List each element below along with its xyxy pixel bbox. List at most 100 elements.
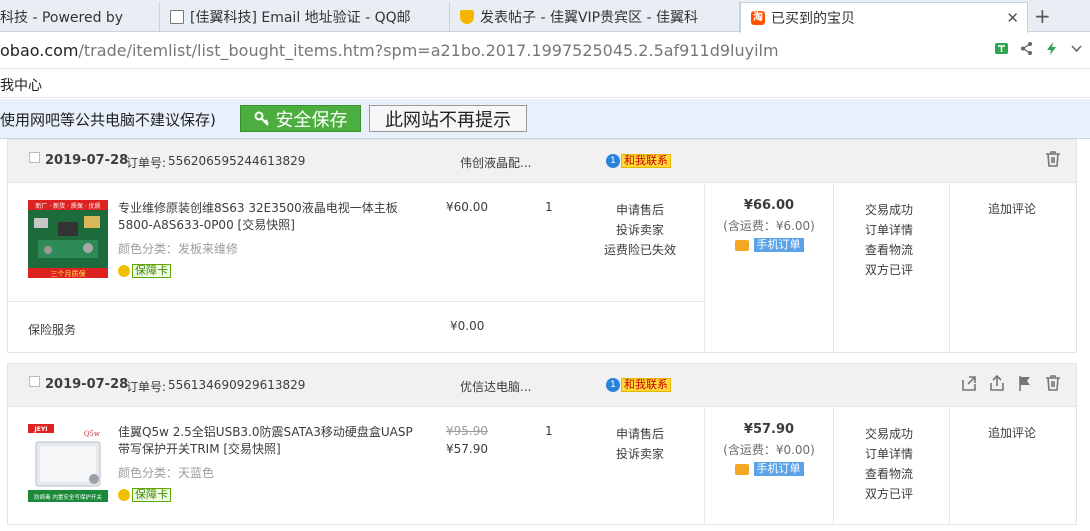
flag-icon[interactable] [1016, 374, 1034, 392]
order-actions [1044, 150, 1062, 168]
upload-icon[interactable] [988, 374, 1006, 392]
translate-icon[interactable] [994, 41, 1009, 56]
mobile-order-label: 手机订单 [753, 238, 804, 252]
order-status: 交易成功 订单详情 查看物流 双方已评 [865, 424, 913, 504]
product-title[interactable]: 专业维修原装创维8S63 32E3500液晶电视一体主板5800-A8S633-… [118, 200, 418, 234]
shop-name[interactable]: 伟创液晶配... [460, 154, 531, 171]
order-body: JEYI Q5w 防病毒 内置安全写保护开关 佳翼Q5w 2.5全铝USB3.0… [8, 408, 1076, 524]
column-divider [949, 184, 950, 354]
mobile-order-label: 手机订单 [753, 462, 804, 476]
contact-seller[interactable]: 1 和我联系 [606, 378, 671, 392]
contact-label: 和我联系 [621, 154, 671, 168]
service-links: 申请售后 投诉卖家 [601, 424, 679, 464]
order-card: 2019-07-28 订单号: 556206595244613829 伟创液晶配… [7, 139, 1077, 354]
order-actions [960, 374, 1062, 392]
trash-icon[interactable] [1044, 374, 1062, 392]
url-domain: obao.com [0, 41, 79, 60]
address-bar[interactable]: obao.com/trade/itemlist/list_bought_item… [0, 33, 1090, 69]
document-icon [170, 10, 184, 24]
order-header: 2019-07-28 订单号: 556134690929613829 优信达电脑… [8, 364, 1076, 407]
order-date: 2019-07-28 [45, 153, 129, 168]
product-price: ¥60.00 [446, 200, 488, 214]
unit-price: ¥60.00 [446, 200, 488, 214]
mobile-order-badge: 手机订单 [734, 462, 804, 476]
password-bar-text: 使用网吧等公共电脑不建议保存) [0, 111, 216, 129]
order-number: 556134690929613829 [168, 378, 306, 392]
tab-label: 已买到的宝贝 [771, 11, 855, 27]
mobile-order-badge: 手机订单 [734, 238, 804, 252]
product-title[interactable]: 佳翼Q5w 2.5全铝USB3.0防震SATA3移动硬盘盒UASP带写保护开关T… [118, 424, 418, 458]
order-detail-link[interactable]: 订单详情 [865, 220, 913, 240]
apply-after-sale-link[interactable]: 申请售后 [601, 424, 679, 444]
both-reviewed: 双方已评 [865, 487, 914, 501]
order-total: ¥57.90 (含运费：¥0.00) 手机订单 [705, 422, 833, 478]
tab-post-thread[interactable]: 发表帖子 - 佳翼VIP贵宾区 - 佳翼科 [450, 2, 740, 32]
product-thumbnail[interactable]: 新厂 · 新货 · 质保 · 优质 三个月质保 [28, 200, 108, 278]
tab-powered-by[interactable]: 科技 - Powered by [0, 2, 160, 32]
url-text[interactable]: obao.com/trade/itemlist/list_bought_item… [0, 41, 779, 60]
original-price: ¥95.90 [446, 424, 488, 438]
add-review-link[interactable]: 追加评论 [988, 424, 1036, 441]
service-links: 申请售后 投诉卖家 运费险已失效 [601, 200, 679, 260]
total-amount: ¥57.90 [743, 422, 795, 437]
thumb-bottom-text: 三个月质保 [51, 269, 86, 278]
safe-save-button[interactable]: 安全保存 [240, 105, 361, 132]
never-prompt-button[interactable]: 此网站不再提示 [369, 105, 527, 132]
insurance-label: 保险服务 [28, 323, 77, 337]
shipping-fee: (含运费：¥6.00) [723, 219, 815, 233]
order-checkbox[interactable] [29, 376, 40, 387]
share-out-icon[interactable] [960, 374, 978, 392]
bookmarks-bar: 我中心 [0, 70, 1090, 98]
order-header: 2019-07-28 订单号: 556206595244613829 伟创液晶配… [8, 140, 1076, 183]
view-logistics-link[interactable]: 查看物流 [865, 240, 913, 260]
insurance-price: ¥0.00 [450, 319, 485, 333]
tab-label: [佳翼科技] Email 地址验证 - QQ邮 [190, 10, 411, 26]
product-color: 颜色分类：天蓝色 [118, 466, 215, 480]
chevron-down-icon[interactable] [1069, 41, 1084, 56]
bolt-icon[interactable] [1044, 41, 1059, 56]
product-price: ¥95.90 ¥57.90 [446, 424, 488, 456]
apply-after-sale-link[interactable]: 申请售后 [601, 200, 679, 220]
order-number-label: 订单号: [126, 380, 167, 394]
complain-seller-link[interactable]: 投诉卖家 [601, 444, 679, 464]
order-total: ¥66.00 (含运费：¥6.00) 手机订单 [705, 198, 833, 254]
column-divider [949, 408, 950, 524]
bookmark-item[interactable]: 我中心 [0, 78, 42, 94]
guarantee-card[interactable]: 保障卡 [118, 488, 171, 502]
product-thumbnail[interactable]: JEYI Q5w 防病毒 内置安全写保护开关 [28, 424, 108, 502]
wangwang-icon: 1 [606, 378, 620, 392]
thumb-model-text: Q5w [84, 430, 100, 438]
contact-seller[interactable]: 1 和我联系 [606, 154, 671, 168]
new-tab-button[interactable]: + [1034, 4, 1051, 28]
add-review-link[interactable]: 追加评论 [988, 200, 1036, 217]
column-divider [833, 408, 834, 524]
shop-name[interactable]: 优信达电脑... [460, 378, 531, 395]
trade-success: 交易成功 [865, 427, 914, 441]
order-card: 2019-07-28 订单号: 556134690929613829 优信达电脑… [7, 363, 1077, 525]
address-bar-tools [994, 41, 1084, 56]
tab-qq-mail[interactable]: [佳翼科技] Email 地址验证 - QQ邮 [160, 2, 450, 32]
never-prompt-label: 此网站不再提示 [385, 109, 511, 131]
order-detail-link[interactable]: 订单详情 [865, 444, 913, 464]
thumb-bottom-text: 防病毒 内置安全写保护开关 [34, 493, 102, 501]
tab-bought-items[interactable]: 淘 已买到的宝贝 ✕ [740, 2, 1028, 33]
total-amount: ¥66.00 [743, 198, 795, 213]
trash-icon[interactable] [1044, 150, 1062, 168]
order-checkbox[interactable] [29, 152, 40, 163]
both-reviewed: 双方已评 [865, 263, 914, 277]
shipping-insurance-expired: 运费险已失效 [603, 243, 676, 257]
view-logistics-link[interactable]: 查看物流 [865, 464, 913, 484]
guarantee-card[interactable]: 保障卡 [118, 264, 171, 278]
contact-label: 和我联系 [621, 378, 671, 392]
tab-label: 发表帖子 - 佳翼VIP贵宾区 - 佳翼科 [480, 10, 699, 26]
share-icon[interactable] [1019, 41, 1034, 56]
close-icon[interactable]: ✕ [1006, 9, 1019, 27]
password-save-bar: 使用网吧等公共电脑不建议保存) 安全保存 此网站不再提示 [0, 99, 1090, 139]
order-number: 556206595244613829 [168, 154, 306, 168]
shipping-fee: (含运费：¥0.00) [723, 443, 815, 457]
trade-success: 交易成功 [865, 203, 914, 217]
order-body: 新厂 · 新货 · 质保 · 优质 三个月质保 专业维修原装创维8S63 32E… [8, 184, 1076, 354]
column-divider [833, 184, 834, 354]
complain-seller-link[interactable]: 投诉卖家 [601, 220, 679, 240]
guarantee-label: 保障卡 [132, 488, 171, 502]
